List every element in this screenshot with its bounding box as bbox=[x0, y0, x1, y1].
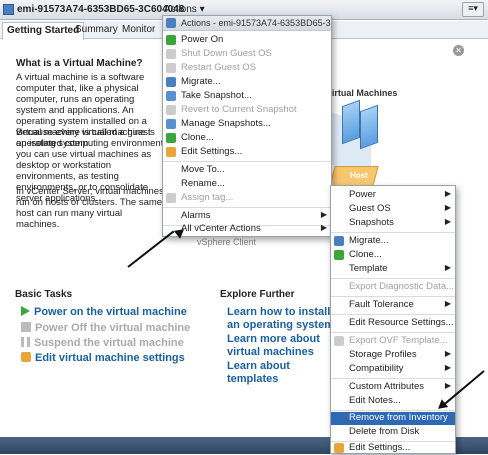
submenu-fault-tolerance[interactable]: Fault Tolerance ▶ bbox=[331, 299, 455, 312]
menu-manage-snapshots[interactable]: Manage Snapshots... bbox=[163, 118, 331, 131]
restart-icon bbox=[166, 63, 176, 73]
submenu-remove-from-inventory[interactable]: Remove from Inventory bbox=[331, 412, 455, 425]
basic-tasks-title: Basic Tasks bbox=[15, 289, 73, 300]
menu-separator bbox=[163, 161, 331, 162]
tab-getting-started[interactable]: Getting Started bbox=[2, 22, 85, 40]
explore-title: Explore Further bbox=[220, 289, 295, 300]
submenu-arrow-icon: ▶ bbox=[444, 299, 451, 308]
submenu-edit-resource-settings[interactable]: Edit Resource Settings... bbox=[331, 317, 455, 330]
menu-power-on[interactable]: Power On bbox=[163, 34, 331, 47]
edit-settings-icon bbox=[166, 147, 176, 157]
menu-clone[interactable]: Clone... bbox=[163, 132, 331, 145]
submenu-delete-from-disk[interactable]: Delete from Disk bbox=[331, 426, 455, 439]
menu-migrate[interactable]: Migrate... bbox=[163, 76, 331, 89]
task-power-off: Power Off the virtual machine bbox=[21, 322, 190, 334]
menu-shut-down-guest: Shut Down Guest OS bbox=[163, 48, 331, 61]
submenu-arrow-icon: ▶ bbox=[444, 189, 451, 198]
submenu-arrow-icon: ▶ bbox=[444, 363, 451, 372]
diagram-host-label: Host bbox=[350, 171, 368, 180]
migrate-icon bbox=[166, 77, 176, 87]
menu-separator bbox=[331, 332, 455, 333]
play-icon bbox=[166, 35, 176, 45]
learn-install-os-link[interactable]: Learn how to install an operating system bbox=[227, 306, 337, 332]
submenu-arrow-icon: ▶ bbox=[444, 263, 451, 272]
submenu-power[interactable]: Power ▶ bbox=[331, 189, 455, 202]
menu-take-snapshot[interactable]: Take Snapshot... bbox=[163, 90, 331, 103]
submenu-arrow-icon: ▶ bbox=[444, 203, 451, 212]
menu-separator bbox=[331, 278, 455, 279]
revert-icon bbox=[166, 105, 176, 115]
task-edit-settings[interactable]: Edit virtual machine settings bbox=[21, 352, 185, 364]
learn-templates-link[interactable]: Learn about templates bbox=[227, 360, 337, 386]
actions-menu-header: Actions - emi-91573A74-6353BD65-3C604048 bbox=[163, 16, 331, 31]
submenu-arrow-icon: ▶ bbox=[444, 381, 451, 390]
diagram-vm-1 bbox=[342, 99, 360, 145]
menu-all-vcenter-actions[interactable]: All vCenter Actions ▶ bbox=[163, 223, 331, 236]
menu-move-to[interactable]: Move To... bbox=[163, 164, 331, 177]
submenu-compatibility[interactable]: Compatibility ▶ bbox=[331, 363, 455, 376]
tag-icon bbox=[166, 193, 176, 203]
submenu-arrow-icon: ▶ bbox=[320, 223, 327, 232]
shutdown-icon bbox=[166, 49, 176, 59]
submenu-arrow-icon: ▶ bbox=[320, 210, 327, 219]
tab-monitor[interactable]: Monitor bbox=[122, 24, 155, 35]
submenu-clone[interactable]: Clone... bbox=[331, 249, 455, 262]
submenu-arrow-icon: ▶ bbox=[444, 349, 451, 358]
task-power-on[interactable]: Power on the virtual machine bbox=[21, 306, 187, 318]
learn-vms-link[interactable]: Learn more about virtual machines bbox=[227, 333, 337, 359]
menu-alarms[interactable]: Alarms ▶ bbox=[163, 210, 331, 223]
edit-settings-icon bbox=[21, 352, 31, 362]
submenu-snapshots[interactable]: Snapshots ▶ bbox=[331, 217, 455, 230]
submenu-edit-settings[interactable]: Edit Settings... bbox=[331, 442, 455, 455]
clone-icon bbox=[166, 133, 176, 143]
menu-separator bbox=[331, 314, 455, 315]
annotation-arrow-1 bbox=[127, 230, 175, 268]
actions-menu: Actions - emi-91573A74-6353BD65-3C604048… bbox=[162, 15, 332, 237]
export-icon bbox=[334, 336, 344, 346]
snapshot-icon bbox=[166, 91, 176, 101]
clone-icon bbox=[334, 250, 344, 260]
menu-assign-tag: Assign tag... bbox=[163, 192, 331, 205]
close-icon[interactable]: ✕ bbox=[453, 45, 464, 56]
submenu-migrate[interactable]: Migrate... bbox=[331, 235, 455, 248]
menu-separator bbox=[331, 410, 455, 411]
tab-summary[interactable]: Summary bbox=[75, 24, 118, 35]
vsphere-client-label: vSphere Client bbox=[197, 237, 257, 247]
submenu-storage-profiles[interactable]: Storage Profiles ▶ bbox=[331, 349, 455, 362]
play-icon bbox=[21, 306, 30, 316]
menu-revert-snapshot: Revert to Current Snapshot bbox=[163, 104, 331, 117]
vm-icon bbox=[3, 4, 14, 15]
submenu-guest-os[interactable]: Guest OS ▶ bbox=[331, 203, 455, 216]
migrate-icon bbox=[334, 236, 344, 246]
menu-separator bbox=[331, 232, 455, 233]
submenu-arrow-icon: ▶ bbox=[444, 217, 451, 226]
edit-settings-icon bbox=[334, 443, 344, 453]
submenu-export-ovf: Export OVF Template... bbox=[331, 335, 455, 348]
vcenter-actions-submenu: Power ▶ Guest OS ▶ Snapshots ▶ Migrate... C… bbox=[330, 185, 456, 454]
submenu-custom-attributes[interactable]: Custom Attributes ▶ bbox=[331, 381, 455, 394]
diagram-vms-label: Virtual Machines bbox=[326, 88, 398, 98]
stop-icon bbox=[21, 322, 31, 332]
task-suspend: Suspend the virtual machine bbox=[21, 337, 184, 349]
vm-icon bbox=[166, 18, 176, 28]
pause-icon bbox=[21, 337, 30, 347]
submenu-template[interactable]: Template ▶ bbox=[331, 263, 455, 276]
menu-edit-settings[interactable]: Edit Settings... bbox=[163, 146, 331, 159]
window-menu-button[interactable]: ≡▾ bbox=[462, 2, 484, 17]
menu-separator bbox=[331, 378, 455, 379]
menu-separator bbox=[331, 296, 455, 297]
menu-restart-guest: Restart Guest OS bbox=[163, 62, 331, 75]
intro-paragraph-3: In vCenter Server, virtual machines run … bbox=[16, 186, 164, 230]
diagram-vm-2 bbox=[360, 104, 378, 150]
menu-rename[interactable]: Rename... bbox=[163, 178, 331, 191]
submenu-export-diagnostic: Export Diagnostic Data... bbox=[349, 281, 455, 292]
intro-heading: What is a Virtual Machine? bbox=[16, 58, 143, 69]
menu-separator bbox=[163, 207, 331, 208]
manage-snapshots-icon bbox=[166, 119, 176, 129]
